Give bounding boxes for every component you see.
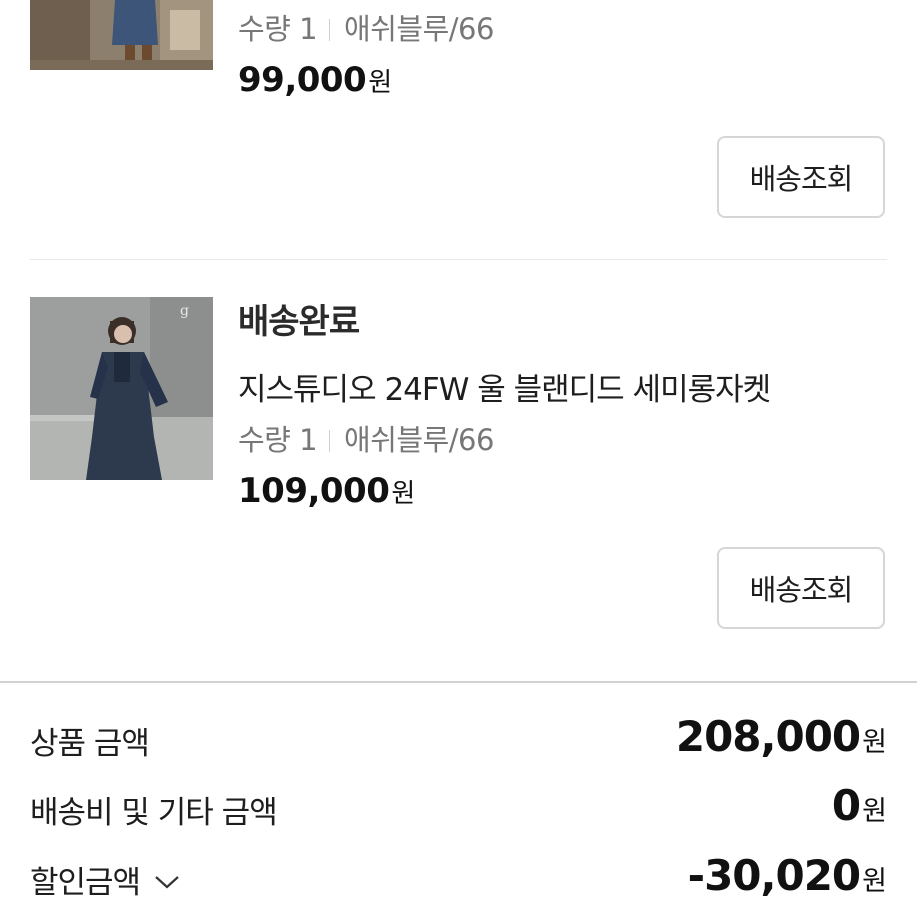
svg-text:g: g [180, 303, 189, 319]
product-photo [30, 0, 213, 70]
price-value: 109,000 [238, 471, 390, 511]
order-price: 109,000원 [238, 471, 415, 511]
product-thumbnail[interactable]: g [30, 297, 213, 480]
product-amount-label: 상품 금액 [30, 726, 150, 762]
discount-label: 할인금액 [30, 865, 141, 901]
discount-amount-currency: 원 [862, 866, 887, 897]
shipping-amount: 0원 [832, 781, 887, 830]
shipping-amount-currency: 원 [862, 796, 887, 827]
product-photo: g [30, 297, 213, 480]
option-text: 애쉬블루/66 [344, 423, 494, 457]
price-currency: 원 [368, 68, 393, 98]
price-value: 99,000 [238, 60, 367, 100]
order-divider [30, 259, 887, 260]
quantity-text: 수량 1 [238, 12, 318, 46]
shipping-amount-label: 배송비 및 기타 금액 [30, 795, 278, 831]
meta-separator [329, 430, 331, 452]
product-amount: 208,000원 [676, 712, 887, 761]
order-meta: 수량 1 애쉬블루/66 [238, 417, 494, 459]
delivery-status: 배송완료 [238, 302, 360, 342]
order-meta: 수량 1 애쉬블루/66 [238, 6, 494, 48]
track-delivery-button[interactable]: 배송조회 [717, 547, 885, 629]
quantity-text: 수량 1 [238, 423, 318, 457]
product-amount-value: 208,000 [675, 712, 861, 761]
order-price: 99,000원 [238, 60, 392, 100]
shipping-amount-value: 0 [831, 781, 861, 830]
track-delivery-button[interactable]: 배송조회 [717, 136, 885, 218]
product-amount-currency: 원 [862, 727, 887, 758]
product-thumbnail[interactable] [30, 0, 213, 70]
price-currency: 원 [391, 479, 416, 509]
discount-toggle[interactable]: 할인금액 [30, 857, 180, 902]
discount-amount: -30,020원 [688, 851, 887, 900]
option-text: 애쉬블루/66 [344, 12, 494, 46]
discount-amount-value: -30,020 [687, 851, 862, 900]
meta-separator [329, 19, 331, 41]
product-name[interactable]: 지스튜디오 24FW 울 블랜디드 세미롱자켓 [238, 364, 771, 409]
chevron-down-icon[interactable] [154, 862, 180, 898]
section-divider [0, 681, 917, 683]
